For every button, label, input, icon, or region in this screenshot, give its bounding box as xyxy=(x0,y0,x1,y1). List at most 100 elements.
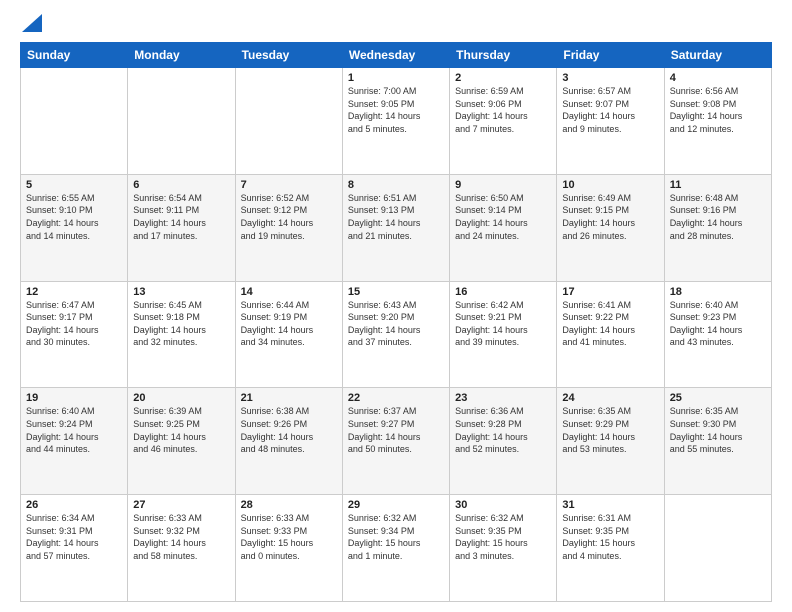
day-number: 22 xyxy=(348,392,444,404)
day-cell xyxy=(664,495,771,602)
day-info: Sunrise: 6:47 AMSunset: 9:17 PMDaylight:… xyxy=(26,299,122,349)
day-cell: 22Sunrise: 6:37 AMSunset: 9:27 PMDayligh… xyxy=(342,388,449,495)
week-row-4: 19Sunrise: 6:40 AMSunset: 9:24 PMDayligh… xyxy=(21,388,772,495)
day-info: Sunrise: 6:39 AMSunset: 9:25 PMDaylight:… xyxy=(133,405,229,455)
day-number: 14 xyxy=(241,286,337,298)
day-number: 20 xyxy=(133,392,229,404)
day-cell: 24Sunrise: 6:35 AMSunset: 9:29 PMDayligh… xyxy=(557,388,664,495)
weekday-header-friday: Friday xyxy=(557,43,664,68)
day-cell: 28Sunrise: 6:33 AMSunset: 9:33 PMDayligh… xyxy=(235,495,342,602)
day-info: Sunrise: 6:35 AMSunset: 9:30 PMDaylight:… xyxy=(670,405,766,455)
day-number: 24 xyxy=(562,392,658,404)
day-info: Sunrise: 7:00 AMSunset: 9:05 PMDaylight:… xyxy=(348,85,444,135)
day-info: Sunrise: 6:35 AMSunset: 9:29 PMDaylight:… xyxy=(562,405,658,455)
day-info: Sunrise: 6:33 AMSunset: 9:33 PMDaylight:… xyxy=(241,512,337,562)
day-cell: 19Sunrise: 6:40 AMSunset: 9:24 PMDayligh… xyxy=(21,388,128,495)
day-cell: 13Sunrise: 6:45 AMSunset: 9:18 PMDayligh… xyxy=(128,281,235,388)
day-cell: 16Sunrise: 6:42 AMSunset: 9:21 PMDayligh… xyxy=(450,281,557,388)
day-cell: 5Sunrise: 6:55 AMSunset: 9:10 PMDaylight… xyxy=(21,174,128,281)
day-number: 17 xyxy=(562,286,658,298)
day-cell: 17Sunrise: 6:41 AMSunset: 9:22 PMDayligh… xyxy=(557,281,664,388)
day-number: 26 xyxy=(26,499,122,511)
weekday-header-row: SundayMondayTuesdayWednesdayThursdayFrid… xyxy=(21,43,772,68)
day-cell: 1Sunrise: 7:00 AMSunset: 9:05 PMDaylight… xyxy=(342,68,449,175)
day-cell: 18Sunrise: 6:40 AMSunset: 9:23 PMDayligh… xyxy=(664,281,771,388)
logo xyxy=(20,16,42,32)
day-cell: 4Sunrise: 6:56 AMSunset: 9:08 PMDaylight… xyxy=(664,68,771,175)
weekday-header-tuesday: Tuesday xyxy=(235,43,342,68)
day-number: 29 xyxy=(348,499,444,511)
day-cell xyxy=(128,68,235,175)
day-cell: 10Sunrise: 6:49 AMSunset: 9:15 PMDayligh… xyxy=(557,174,664,281)
day-info: Sunrise: 6:32 AMSunset: 9:35 PMDaylight:… xyxy=(455,512,551,562)
day-number: 3 xyxy=(562,72,658,84)
day-cell: 8Sunrise: 6:51 AMSunset: 9:13 PMDaylight… xyxy=(342,174,449,281)
day-info: Sunrise: 6:56 AMSunset: 9:08 PMDaylight:… xyxy=(670,85,766,135)
day-cell: 9Sunrise: 6:50 AMSunset: 9:14 PMDaylight… xyxy=(450,174,557,281)
day-number: 23 xyxy=(455,392,551,404)
weekday-header-saturday: Saturday xyxy=(664,43,771,68)
weekday-header-wednesday: Wednesday xyxy=(342,43,449,68)
week-row-1: 1Sunrise: 7:00 AMSunset: 9:05 PMDaylight… xyxy=(21,68,772,175)
day-cell: 14Sunrise: 6:44 AMSunset: 9:19 PMDayligh… xyxy=(235,281,342,388)
day-cell: 3Sunrise: 6:57 AMSunset: 9:07 PMDaylight… xyxy=(557,68,664,175)
day-info: Sunrise: 6:55 AMSunset: 9:10 PMDaylight:… xyxy=(26,192,122,242)
day-number: 6 xyxy=(133,179,229,191)
day-cell: 20Sunrise: 6:39 AMSunset: 9:25 PMDayligh… xyxy=(128,388,235,495)
day-number: 13 xyxy=(133,286,229,298)
day-number: 5 xyxy=(26,179,122,191)
day-info: Sunrise: 6:38 AMSunset: 9:26 PMDaylight:… xyxy=(241,405,337,455)
day-cell xyxy=(235,68,342,175)
day-number: 12 xyxy=(26,286,122,298)
day-info: Sunrise: 6:41 AMSunset: 9:22 PMDaylight:… xyxy=(562,299,658,349)
day-cell: 27Sunrise: 6:33 AMSunset: 9:32 PMDayligh… xyxy=(128,495,235,602)
day-cell: 2Sunrise: 6:59 AMSunset: 9:06 PMDaylight… xyxy=(450,68,557,175)
day-info: Sunrise: 6:59 AMSunset: 9:06 PMDaylight:… xyxy=(455,85,551,135)
day-number: 4 xyxy=(670,72,766,84)
day-number: 19 xyxy=(26,392,122,404)
day-cell: 26Sunrise: 6:34 AMSunset: 9:31 PMDayligh… xyxy=(21,495,128,602)
day-info: Sunrise: 6:34 AMSunset: 9:31 PMDaylight:… xyxy=(26,512,122,562)
day-number: 16 xyxy=(455,286,551,298)
day-cell: 25Sunrise: 6:35 AMSunset: 9:30 PMDayligh… xyxy=(664,388,771,495)
week-row-5: 26Sunrise: 6:34 AMSunset: 9:31 PMDayligh… xyxy=(21,495,772,602)
day-info: Sunrise: 6:57 AMSunset: 9:07 PMDaylight:… xyxy=(562,85,658,135)
day-number: 2 xyxy=(455,72,551,84)
day-cell xyxy=(21,68,128,175)
day-info: Sunrise: 6:31 AMSunset: 9:35 PMDaylight:… xyxy=(562,512,658,562)
day-number: 28 xyxy=(241,499,337,511)
weekday-header-thursday: Thursday xyxy=(450,43,557,68)
day-cell: 29Sunrise: 6:32 AMSunset: 9:34 PMDayligh… xyxy=(342,495,449,602)
day-info: Sunrise: 6:33 AMSunset: 9:32 PMDaylight:… xyxy=(133,512,229,562)
day-info: Sunrise: 6:43 AMSunset: 9:20 PMDaylight:… xyxy=(348,299,444,349)
day-cell: 30Sunrise: 6:32 AMSunset: 9:35 PMDayligh… xyxy=(450,495,557,602)
day-number: 1 xyxy=(348,72,444,84)
header xyxy=(20,16,772,32)
day-info: Sunrise: 6:49 AMSunset: 9:15 PMDaylight:… xyxy=(562,192,658,242)
day-info: Sunrise: 6:36 AMSunset: 9:28 PMDaylight:… xyxy=(455,405,551,455)
day-cell: 15Sunrise: 6:43 AMSunset: 9:20 PMDayligh… xyxy=(342,281,449,388)
day-info: Sunrise: 6:45 AMSunset: 9:18 PMDaylight:… xyxy=(133,299,229,349)
day-info: Sunrise: 6:54 AMSunset: 9:11 PMDaylight:… xyxy=(133,192,229,242)
day-number: 31 xyxy=(562,499,658,511)
day-cell: 11Sunrise: 6:48 AMSunset: 9:16 PMDayligh… xyxy=(664,174,771,281)
day-cell: 31Sunrise: 6:31 AMSunset: 9:35 PMDayligh… xyxy=(557,495,664,602)
day-number: 30 xyxy=(455,499,551,511)
day-cell: 21Sunrise: 6:38 AMSunset: 9:26 PMDayligh… xyxy=(235,388,342,495)
day-info: Sunrise: 6:44 AMSunset: 9:19 PMDaylight:… xyxy=(241,299,337,349)
day-number: 27 xyxy=(133,499,229,511)
day-cell: 12Sunrise: 6:47 AMSunset: 9:17 PMDayligh… xyxy=(21,281,128,388)
day-cell: 23Sunrise: 6:36 AMSunset: 9:28 PMDayligh… xyxy=(450,388,557,495)
day-number: 8 xyxy=(348,179,444,191)
day-cell: 6Sunrise: 6:54 AMSunset: 9:11 PMDaylight… xyxy=(128,174,235,281)
day-number: 21 xyxy=(241,392,337,404)
logo-triangle-icon xyxy=(22,14,42,32)
day-info: Sunrise: 6:42 AMSunset: 9:21 PMDaylight:… xyxy=(455,299,551,349)
day-number: 7 xyxy=(241,179,337,191)
day-info: Sunrise: 6:40 AMSunset: 9:24 PMDaylight:… xyxy=(26,405,122,455)
week-row-3: 12Sunrise: 6:47 AMSunset: 9:17 PMDayligh… xyxy=(21,281,772,388)
day-info: Sunrise: 6:37 AMSunset: 9:27 PMDaylight:… xyxy=(348,405,444,455)
day-number: 15 xyxy=(348,286,444,298)
day-number: 10 xyxy=(562,179,658,191)
day-number: 11 xyxy=(670,179,766,191)
